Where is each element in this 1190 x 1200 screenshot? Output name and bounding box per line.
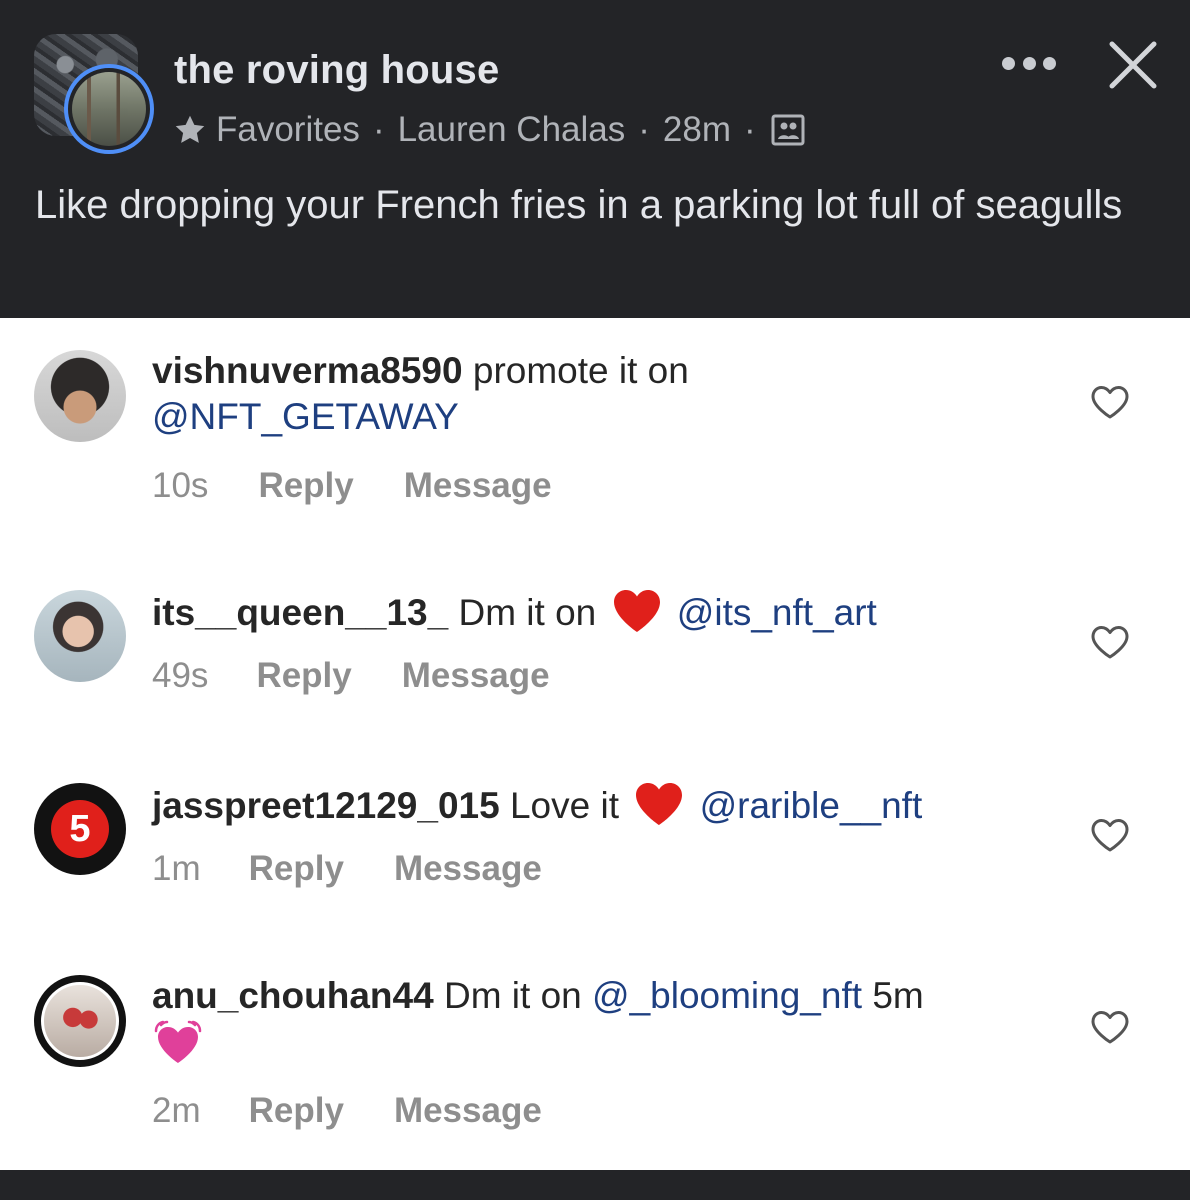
comment-text: Dm it on (458, 592, 597, 633)
heart-outline-icon[interactable] (1090, 384, 1130, 420)
comment-username[interactable]: vishnuverma8590 (152, 350, 463, 391)
reply-button[interactable]: Reply (256, 656, 351, 696)
pink-heart-emoji-icon (154, 1020, 202, 1063)
comment-body: its__queen__13_ Dm it on @its_nft_art (152, 588, 1052, 636)
comment-mention[interactable]: @NFT_GETAWAY (152, 396, 459, 437)
comment-text: promote it on (472, 350, 689, 391)
red-heart-emoji-icon (613, 590, 660, 632)
comment-body: jasspreet12129_015 Love it @rarible__nft (152, 781, 1052, 829)
comment-suffix: 5m (872, 975, 924, 1016)
message-button[interactable]: Message (404, 466, 552, 506)
comment-username[interactable]: jasspreet12129_015 (152, 785, 500, 826)
comment-time: 10s (152, 466, 209, 505)
heart-outline-icon[interactable] (1090, 624, 1130, 660)
reply-button[interactable]: Reply (249, 1091, 344, 1131)
bottom-bar (0, 1170, 1190, 1200)
page-avatar[interactable] (34, 34, 154, 156)
post-author[interactable]: Lauren Chalas (398, 110, 626, 150)
reply-button[interactable]: Reply (249, 849, 344, 889)
star-icon (175, 115, 205, 143)
meta-separator: · (638, 110, 650, 149)
commenter-avatar[interactable] (34, 350, 126, 442)
comment-mention[interactable]: @its_nft_art (677, 592, 877, 633)
meta-separator: · (744, 110, 756, 149)
comment-actions: 10s Reply Message (152, 466, 552, 506)
meta-separator: · (372, 110, 385, 149)
post-text: Like dropping your French fries in a par… (35, 183, 1123, 227)
comment-time: 49s (152, 656, 209, 695)
reply-button[interactable]: Reply (258, 466, 353, 506)
post-meta: Favorites · Lauren Chalas · 28m · (172, 108, 805, 152)
comment-username[interactable]: its__queen__13_ (152, 592, 448, 633)
message-button[interactable]: Message (402, 656, 550, 696)
heart-outline-icon[interactable] (1090, 1009, 1130, 1045)
photo-icon (771, 114, 805, 146)
commenter-avatar[interactable] (34, 975, 126, 1067)
post-time[interactable]: 28m (663, 110, 731, 150)
comment-actions: 2m Reply Message (152, 1091, 542, 1131)
more-horizontal-icon (1002, 56, 1015, 70)
more-options-button[interactable] (1002, 50, 1056, 76)
comment-time: 2m (152, 1091, 201, 1130)
commenter-avatar[interactable]: 5 (34, 783, 126, 875)
comment-text: Love it (509, 785, 619, 826)
red-heart-emoji-icon (636, 783, 683, 825)
comment-actions: 1m Reply Message (152, 849, 542, 889)
heart-outline-icon[interactable] (1090, 817, 1130, 853)
close-icon[interactable] (1106, 38, 1160, 92)
commenter-avatar[interactable] (34, 590, 126, 682)
comment-actions: 49s Reply Message (152, 656, 550, 696)
comment-mention[interactable]: @_blooming_nft (592, 975, 862, 1016)
post-header: the roving house Favorites · Lauren Chal… (0, 0, 1190, 318)
avatar-badge: 5 (51, 800, 109, 858)
comment-username[interactable]: anu_chouhan44 (152, 975, 434, 1016)
comment-body: vishnuverma8590 promote it on @NFT_GETAW… (152, 348, 1052, 440)
page-name[interactable]: the roving house (174, 48, 499, 93)
audience-label[interactable]: Favorites (216, 110, 360, 150)
comment-text: Dm it on (443, 975, 582, 1016)
comment-mention[interactable]: @rarible__nft (700, 785, 923, 826)
author-avatar (64, 64, 154, 154)
comment-body: anu_chouhan44 Dm it on @_blooming_nft 5m (152, 973, 1052, 1067)
comment-time: 1m (152, 849, 201, 888)
message-button[interactable]: Message (394, 1091, 542, 1131)
message-button[interactable]: Message (394, 849, 542, 889)
